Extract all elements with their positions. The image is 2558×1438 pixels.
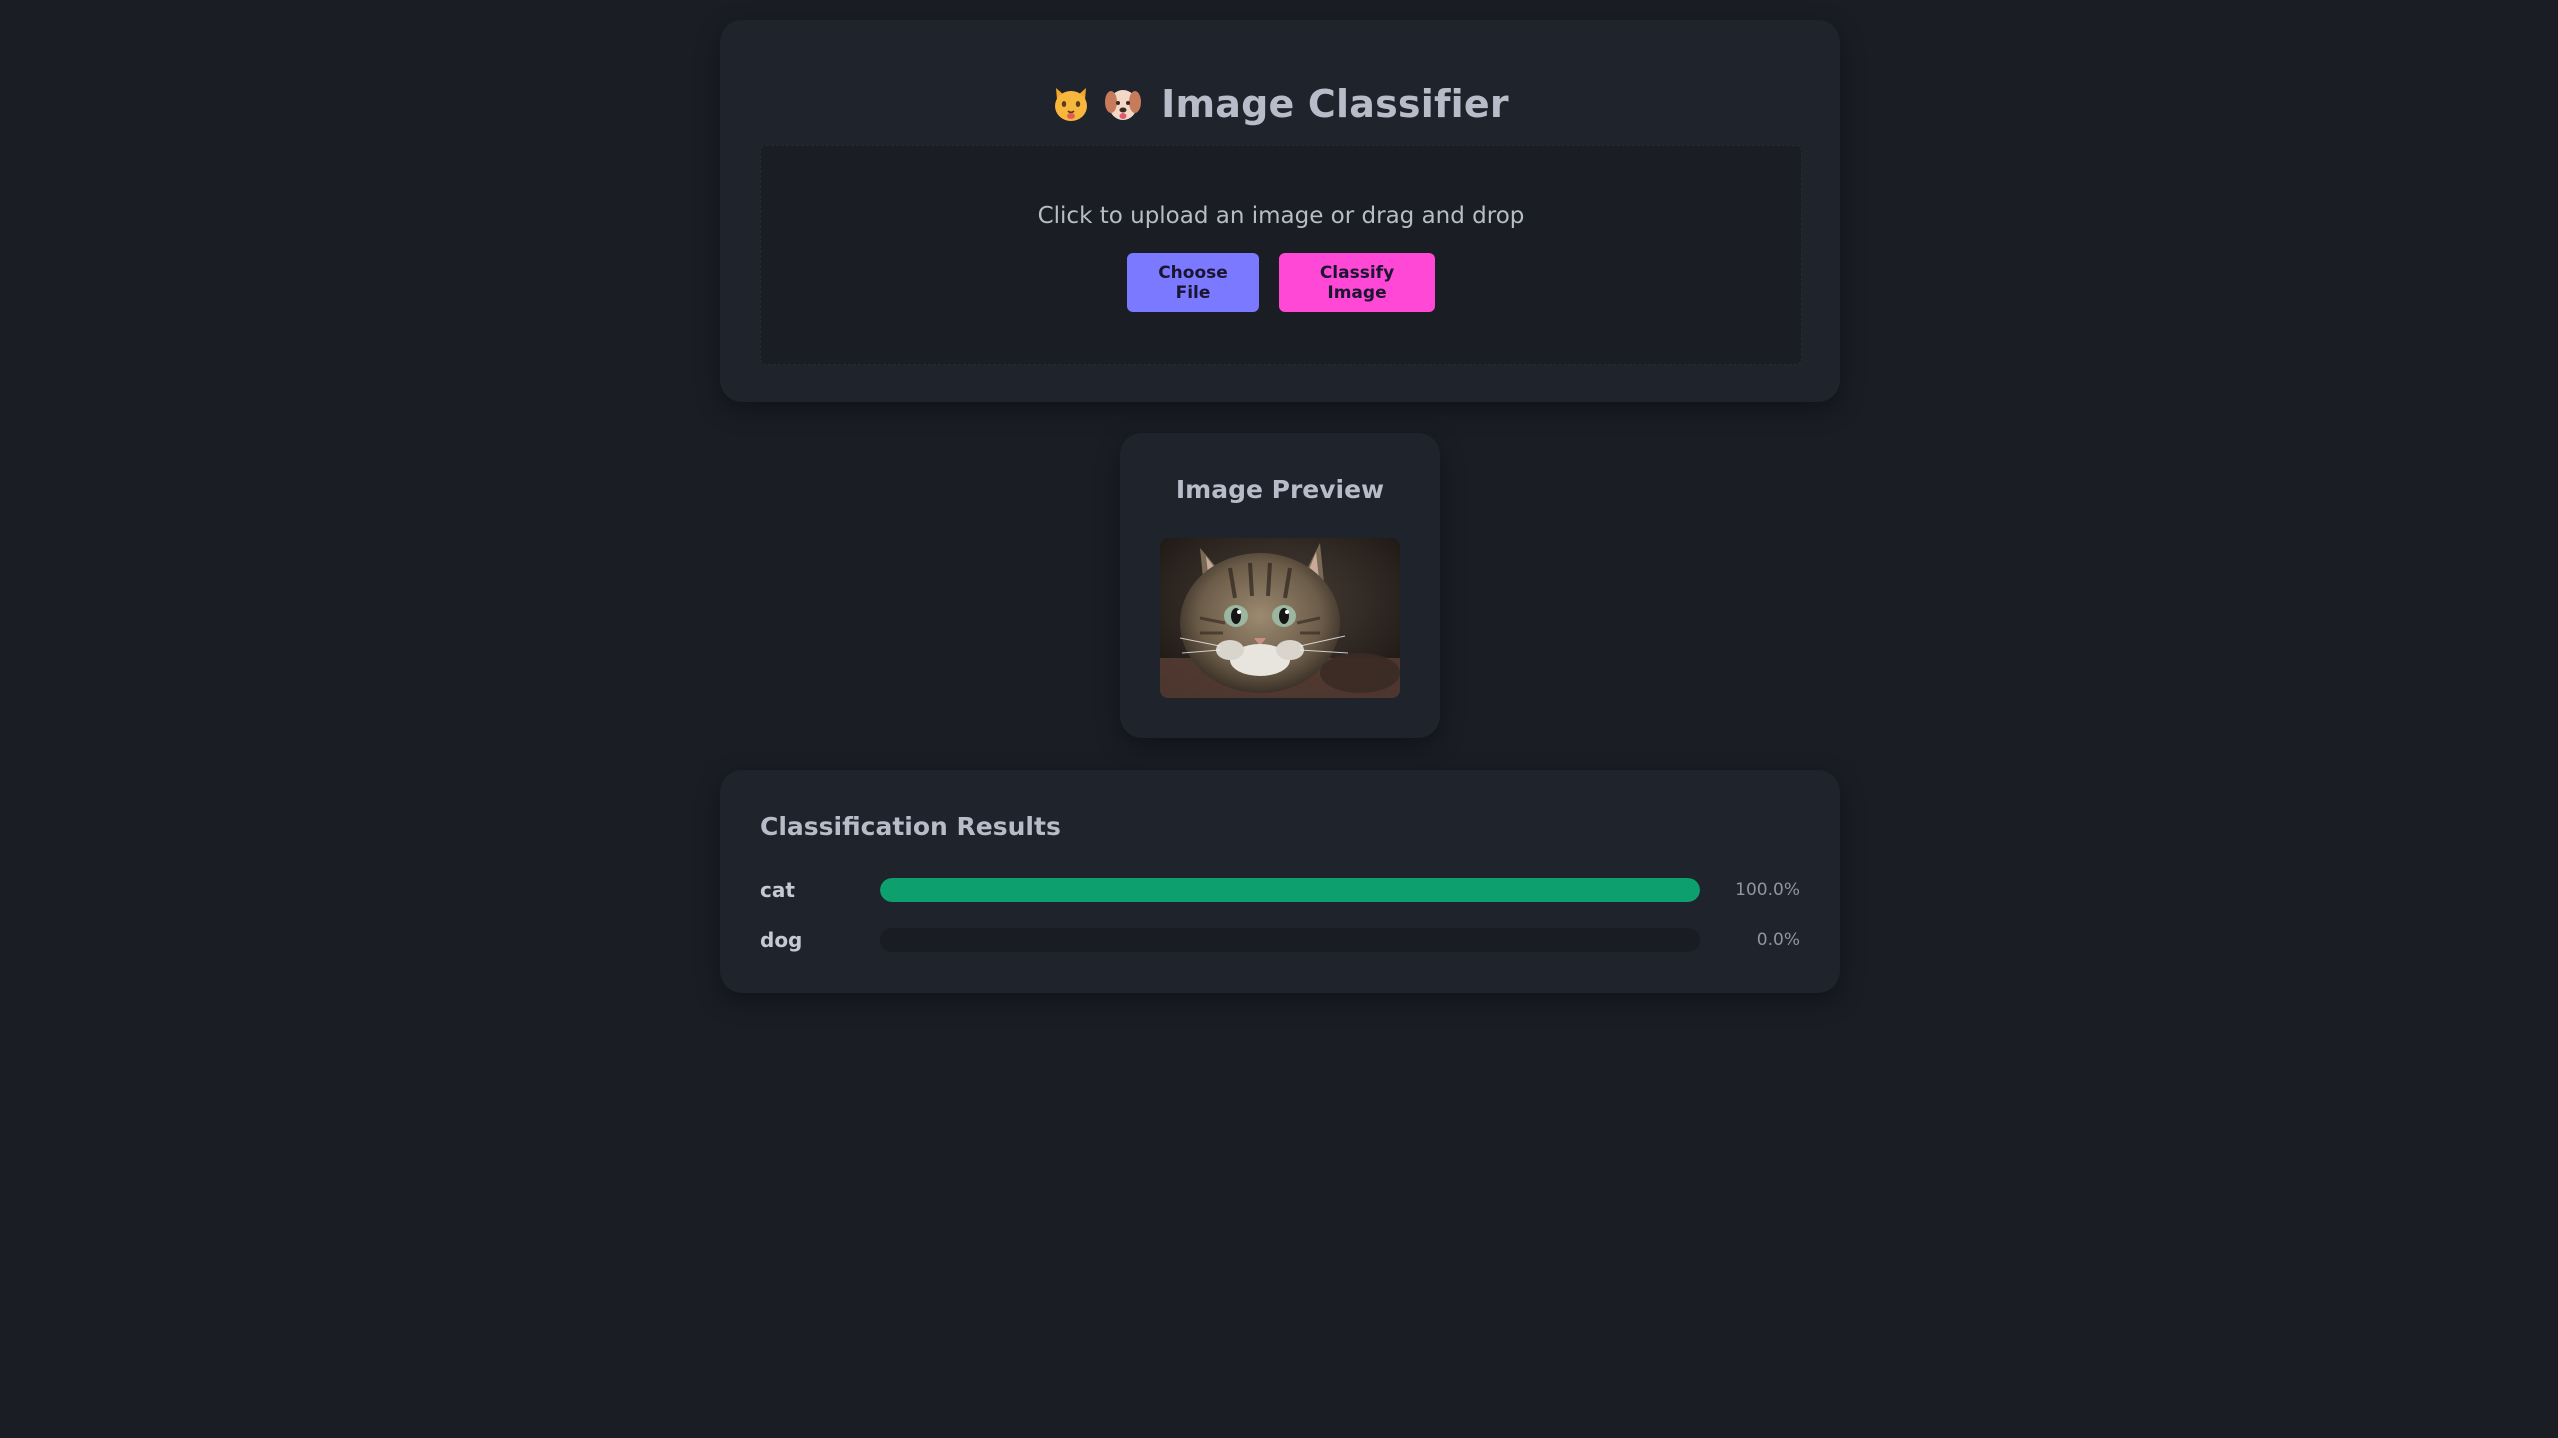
confidence-bar-fill	[880, 878, 1700, 902]
upload-actions: Choose File Classify Image	[761, 253, 1801, 312]
result-label: cat	[760, 878, 795, 902]
dog-face-icon	[1105, 90, 1142, 120]
cat-photo-image	[1160, 538, 1400, 698]
preview-card: Image Preview	[1120, 433, 1440, 738]
app-header: Image Classifier	[720, 72, 1840, 136]
classify-image-button[interactable]: Classify Image	[1279, 253, 1435, 312]
result-percent: 100.0%	[1735, 880, 1800, 900]
result-row-dog: dog 0.0%	[760, 926, 1800, 954]
result-label: dog	[760, 928, 803, 952]
confidence-bar-track	[880, 928, 1700, 952]
choose-file-button[interactable]: Choose File	[1127, 253, 1259, 312]
result-row-cat: cat 100.0%	[760, 876, 1800, 904]
results-title: Classification Results	[760, 812, 1061, 841]
upload-instruction: Click to upload an image or drag and dro…	[1037, 203, 1525, 229]
cat-face-icon	[1055, 88, 1088, 121]
confidence-bar-track	[880, 878, 1700, 902]
preview-image	[1160, 538, 1400, 698]
page-title: Image Classifier	[1161, 82, 1509, 126]
results-card: Classification Results cat 100.0% dog 0.…	[720, 770, 1840, 993]
upload-card: Image Classifier Click to upload an imag…	[720, 20, 1840, 402]
result-percent: 0.0%	[1756, 930, 1800, 950]
preview-title: Image Preview	[1175, 475, 1385, 504]
upload-dropzone[interactable]: Click to upload an image or drag and dro…	[760, 145, 1802, 365]
